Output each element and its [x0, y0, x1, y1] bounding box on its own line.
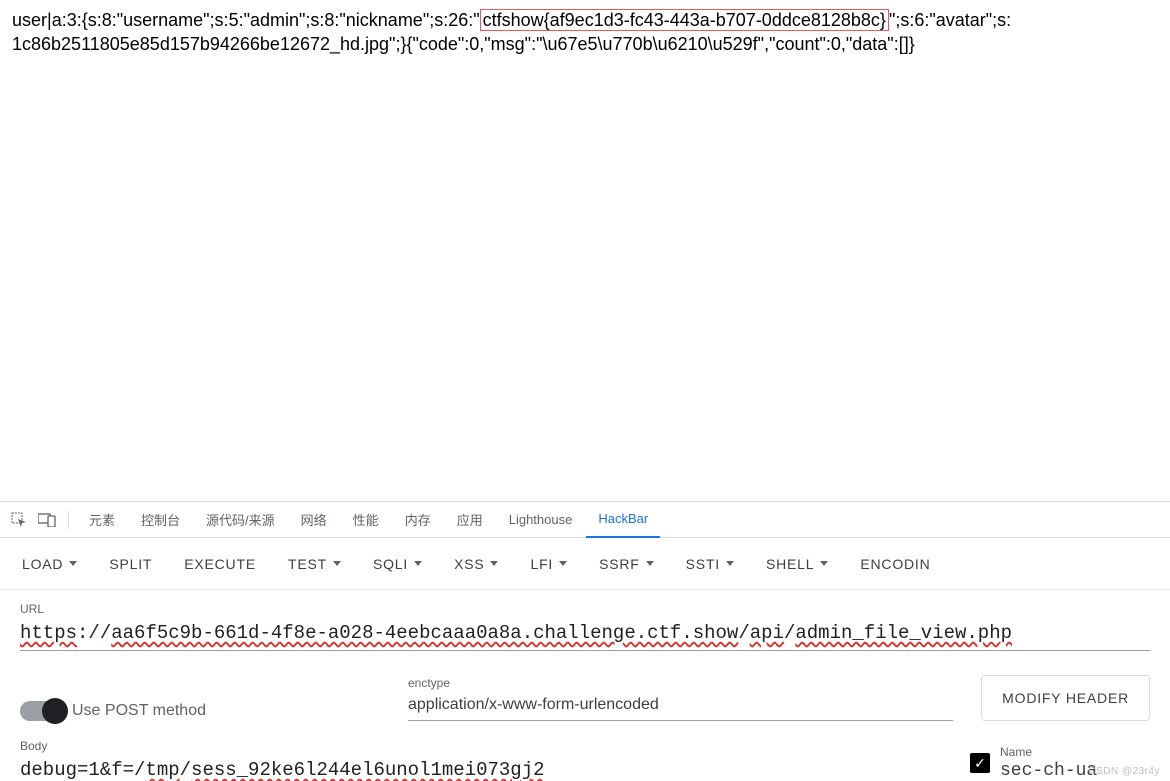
ssti-button[interactable]: SSTI — [672, 548, 748, 580]
watermark: CSDN @23r4y — [1088, 766, 1160, 777]
modify-header-button[interactable]: MODIFY HEADER — [981, 675, 1150, 721]
caret-icon — [559, 561, 567, 566]
test-label: TEST — [288, 556, 327, 572]
hackbar-toolbar: LOAD SPLIT EXECUTE TEST SQLI XSS LFI SSR… — [0, 538, 1170, 590]
enctype-value: application/x-www-form-urlencoded — [408, 696, 659, 714]
url-scheme: https — [20, 622, 77, 644]
url-sep: / — [738, 622, 749, 644]
response-body: user|a:3:{s:8:"username";s:5:"admin";s:8… — [0, 0, 1170, 440]
url-sep: / — [784, 622, 795, 644]
lfi-label: LFI — [530, 556, 553, 572]
url-seg-api: api — [750, 622, 784, 644]
devtools-panel: 元素 控制台 源代码/来源 网络 性能 内存 应用 Lighthouse Hac… — [0, 501, 1170, 781]
enctype-label: enctype — [408, 676, 953, 690]
body-text: / — [180, 759, 191, 781]
tab-console[interactable]: 控制台 — [129, 502, 192, 538]
tab-network[interactable]: 网络 — [289, 502, 339, 538]
xss-label: XSS — [454, 556, 484, 572]
caret-icon — [726, 561, 734, 566]
devtools-tabbar: 元素 控制台 源代码/来源 网络 性能 内存 应用 Lighthouse Hac… — [0, 502, 1170, 538]
body-label: Body — [20, 739, 942, 753]
tab-memory[interactable]: 内存 — [393, 502, 443, 538]
caret-icon — [333, 561, 341, 566]
body-text: debug=1&f=/ — [20, 759, 145, 781]
body-seg: sess_92ke6l244el6unol1mei073gj2 — [191, 759, 544, 781]
sqli-button[interactable]: SQLI — [359, 548, 436, 580]
caret-icon — [69, 561, 77, 566]
url-seg-file: admin_file_view.php — [795, 622, 1012, 644]
shell-label: SHELL — [766, 556, 814, 572]
header-name-label: Name — [1000, 745, 1150, 759]
ssrf-button[interactable]: SSRF — [585, 548, 668, 580]
sqli-label: SQLI — [373, 556, 408, 572]
toggle-knob — [42, 698, 68, 724]
ssrf-label: SSRF — [599, 556, 640, 572]
header-checkbox[interactable]: ✓ — [970, 753, 990, 773]
tab-elements[interactable]: 元素 — [77, 502, 127, 538]
hackbar-panel: URL https://aa6f5c9b-661d-4f8e-a028-4eeb… — [0, 590, 1170, 781]
tab-application[interactable]: 应用 — [445, 502, 495, 538]
flag-highlight: ctfshow{af9ec1d3-fc43-443a-b707-0ddce812… — [480, 9, 889, 31]
ssti-label: SSTI — [686, 556, 720, 572]
encoding-button[interactable]: ENCODIN — [846, 548, 944, 580]
url-label: URL — [20, 602, 1150, 616]
execute-label: EXECUTE — [184, 556, 256, 572]
tab-performance[interactable]: 性能 — [341, 502, 391, 538]
xss-button[interactable]: XSS — [440, 548, 512, 580]
tab-sources[interactable]: 源代码/来源 — [194, 502, 287, 538]
split-button[interactable]: SPLIT — [95, 548, 166, 580]
shell-button[interactable]: SHELL — [752, 548, 842, 580]
load-label: LOAD — [22, 556, 63, 572]
body-seg: tmp — [145, 759, 179, 781]
post-toggle-label: Use POST method — [72, 702, 206, 720]
test-button[interactable]: TEST — [274, 548, 355, 580]
url-sep: :// — [77, 622, 111, 644]
inspect-icon[interactable] — [6, 507, 32, 533]
device-toggle-icon[interactable] — [34, 507, 60, 533]
caret-icon — [646, 561, 654, 566]
url-input[interactable]: https://aa6f5c9b-661d-4f8e-a028-4eebcaaa… — [20, 618, 1150, 651]
caret-icon — [490, 561, 498, 566]
encoding-label: ENCODIN — [860, 556, 930, 572]
url-host: aa6f5c9b-661d-4f8e-a028-4eebcaaa0a8a.cha… — [111, 622, 738, 644]
post-toggle[interactable] — [20, 701, 66, 721]
load-button[interactable]: LOAD — [8, 548, 91, 580]
response-text-pre: user|a:3:{s:8:"username";s:5:"admin";s:8… — [12, 10, 480, 30]
body-input[interactable]: debug=1&f=/tmp/sess_92ke6l244el6unol1mei… — [20, 755, 942, 781]
response-text-post: ";s:6:"avatar";s: — [889, 10, 1011, 30]
split-label: SPLIT — [109, 556, 152, 572]
tabbar-separator — [68, 511, 69, 529]
enctype-select[interactable]: application/x-www-form-urlencoded — [408, 692, 953, 721]
caret-icon — [820, 561, 828, 566]
response-text-line2: 1c86b2511805e85d157b94266be12672_hd.jpg"… — [12, 34, 915, 54]
tab-lighthouse[interactable]: Lighthouse — [497, 502, 585, 538]
lfi-button[interactable]: LFI — [516, 548, 581, 580]
tab-hackbar[interactable]: HackBar — [586, 502, 660, 538]
caret-icon — [414, 561, 422, 566]
execute-button[interactable]: EXECUTE — [170, 548, 270, 580]
